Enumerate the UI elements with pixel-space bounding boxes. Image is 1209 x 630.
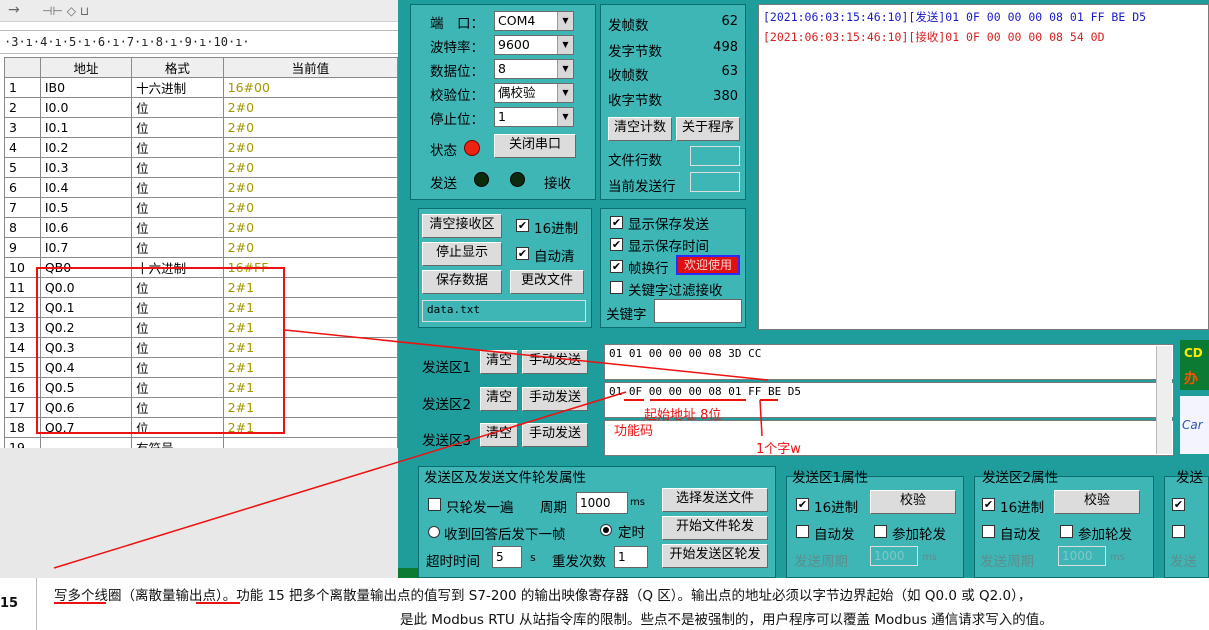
underline-word xyxy=(760,399,778,401)
screenshot-root: → ⊣⊢ ◇ ⊔ ·3·ı·4·ı·5·ı·6·ı·7·ı·8·ı·9·ı·10… xyxy=(0,0,1209,630)
underline-addr xyxy=(650,399,746,401)
underline-func xyxy=(624,399,644,401)
caption-underline1 xyxy=(54,602,106,604)
pointer-line-bottom xyxy=(53,391,627,569)
caption-underline2 xyxy=(196,602,240,604)
caption-line1: 写多个线圈（离散量输出点）。功能 15 把多个离散量输出点的值写到 S7-200… xyxy=(54,588,1032,604)
annotation-start-address: 起始地址 8位 xyxy=(644,408,722,423)
caption-divider xyxy=(36,578,37,630)
caption-area: 15 写多个线圈（离散量输出点）。功能 15 把多个离散量输出点的值写到 S7-… xyxy=(0,578,1209,630)
annotation-function-code: 功能码 xyxy=(614,424,654,439)
pointer-line-top xyxy=(284,329,769,381)
pointer-line-word xyxy=(759,399,763,437)
caption-line2: 是此 Modbus RTU 从站指令库的限制。些点不是被强制的，用户程序可以覆盖… xyxy=(400,612,1053,628)
annotation-one-word: 1个字w xyxy=(756,442,801,457)
caption-number: 15 xyxy=(0,596,19,611)
annotation-lines xyxy=(53,329,769,569)
